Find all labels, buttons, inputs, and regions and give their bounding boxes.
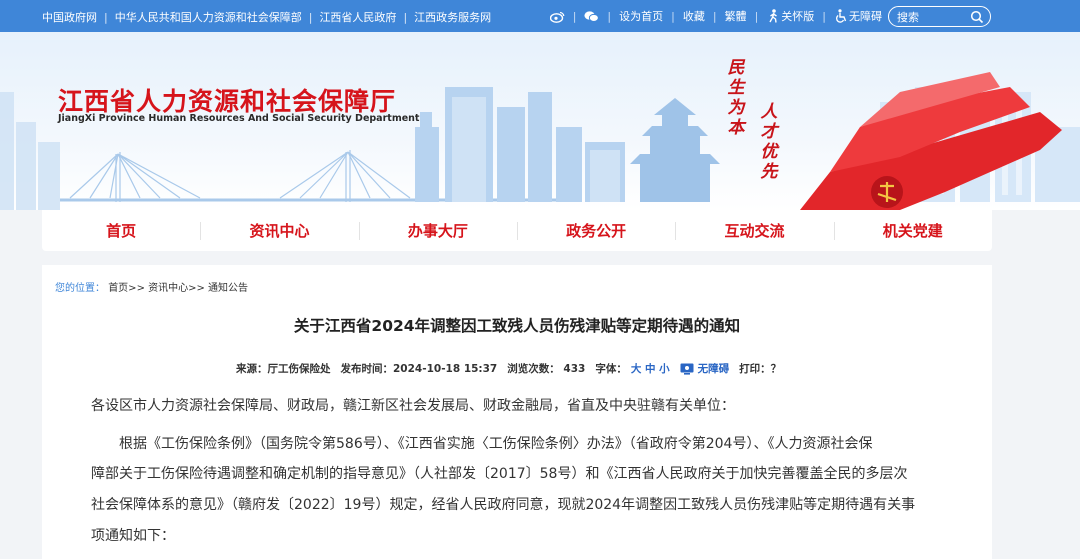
- nav-item-news[interactable]: 资讯中心: [200, 210, 358, 251]
- font-size-label: 字体：: [595, 363, 627, 375]
- wechat-icon[interactable]: [584, 9, 600, 24]
- accessibility-label: 无障碍: [849, 10, 882, 23]
- nav-item-service-hall[interactable]: 办事大厅: [358, 210, 517, 251]
- article-meta: 来源：厅工伤保险处 发布时间：2024-10-18 15:37 浏览次数： 43…: [236, 361, 781, 376]
- breadcrumb-label: 您的位置：: [55, 283, 105, 294]
- link-gov-cn[interactable]: 中国政府网: [42, 9, 97, 25]
- main-nav: 首页 资讯中心 办事大厅 政务公开 互动交流 机关党建: [42, 210, 992, 251]
- article-title: 关于江西省2024年调整因工致残人员伤残津贴等定期待遇的通知: [293, 317, 741, 335]
- link-mohrss[interactable]: 中华人民共和国人力资源和社会保障部: [115, 9, 302, 25]
- nav-item-party-building[interactable]: 机关党建: [833, 210, 992, 251]
- site-subtitle: JiangXi Province Human Resources And Soc…: [58, 113, 420, 124]
- top-tools: | | 设为首页 | 收藏 | 繁體 | 关怀版 | 无障碍: [549, 8, 882, 24]
- accessibility-read-link[interactable]: 无障碍: [698, 361, 730, 376]
- nav-item-government-affairs[interactable]: 政务公开: [516, 210, 675, 251]
- external-links: 中国政府网 | 中华人民共和国人力资源和社会保障部 | 江西省人民政府 | 江西…: [42, 9, 491, 25]
- divider: |: [822, 9, 826, 23]
- walking-person-icon: [766, 9, 781, 24]
- top-bar: 中国政府网 | 中华人民共和国人力资源和社会保障部 | 江西省人民政府 | 江西…: [0, 0, 1080, 32]
- accessibility-link[interactable]: 无障碍: [834, 8, 882, 24]
- nav-item-interaction[interactable]: 互动交流: [675, 210, 833, 251]
- search-box[interactable]: 搜索: [888, 6, 991, 27]
- divider: |: [754, 9, 759, 23]
- slogan-talent-first: 人才优先: [760, 102, 778, 182]
- divider: |: [403, 10, 408, 24]
- favorite-link[interactable]: 收藏: [683, 8, 705, 24]
- set-homepage-link[interactable]: 设为首页: [619, 8, 663, 24]
- article-paragraph: 项通知如下：: [91, 528, 175, 544]
- search-label: 搜索: [897, 10, 919, 24]
- article-paragraph: 障部关于工伤保险待遇调整和确定机制的指导意见》（人社部发〔2017〕58号）和《…: [91, 466, 908, 482]
- link-jiangxi-service[interactable]: 江西政务服务网: [414, 9, 491, 25]
- breadcrumb-path[interactable]: 首页>> 资讯中心>> 通知公告: [108, 283, 248, 294]
- nav-item-home[interactable]: 首页: [42, 210, 200, 251]
- weibo-icon[interactable]: [549, 9, 565, 24]
- link-jiangxi-gov[interactable]: 江西省人民政府: [319, 9, 396, 25]
- article-paragraph: 社会保障体系的意见》（赣府发〔2022〕19号）规定，经省人民政府同意，现就20…: [91, 497, 916, 513]
- care-mode-link[interactable]: 关怀版: [766, 8, 814, 24]
- divider: |: [607, 9, 612, 23]
- print-link[interactable]: 打印：？: [739, 361, 781, 376]
- accessibility-icon[interactable]: [680, 361, 695, 376]
- article-source: 来源：厅工伤保险处: [236, 363, 331, 375]
- divider: |: [712, 9, 717, 23]
- slogan-people-first: 民生为本: [727, 58, 745, 138]
- article-views: 浏览次数： 433: [507, 363, 586, 375]
- divider: |: [671, 9, 675, 23]
- divider: |: [104, 10, 108, 24]
- article-paragraph: 根据《工伤保险条例》（国务院令第586号）、《江西省实施〈工伤保险条例〉办法》（…: [119, 436, 873, 452]
- divider: |: [572, 9, 577, 23]
- wheelchair-icon: [834, 9, 849, 24]
- breadcrumb: 您的位置： 首页>> 资讯中心>> 通知公告: [55, 279, 248, 294]
- article-date: 发布时间：2024-10-18 15:37: [340, 363, 498, 375]
- article-paragraph: 各设区市人力资源社会保障局、财政局，赣江新区社会发展局、财政金融局，省直及中央驻…: [91, 398, 735, 414]
- care-mode-label: 关怀版: [781, 10, 815, 23]
- search-icon[interactable]: [970, 10, 984, 27]
- font-size-options[interactable]: 大 中 小: [631, 361, 670, 376]
- traditional-chinese-link[interactable]: 繁體: [725, 8, 747, 24]
- divider: |: [308, 10, 313, 24]
- header-banner: 江西省人力资源和社会保障厅 JiangXi Province Human Res…: [0, 32, 1080, 210]
